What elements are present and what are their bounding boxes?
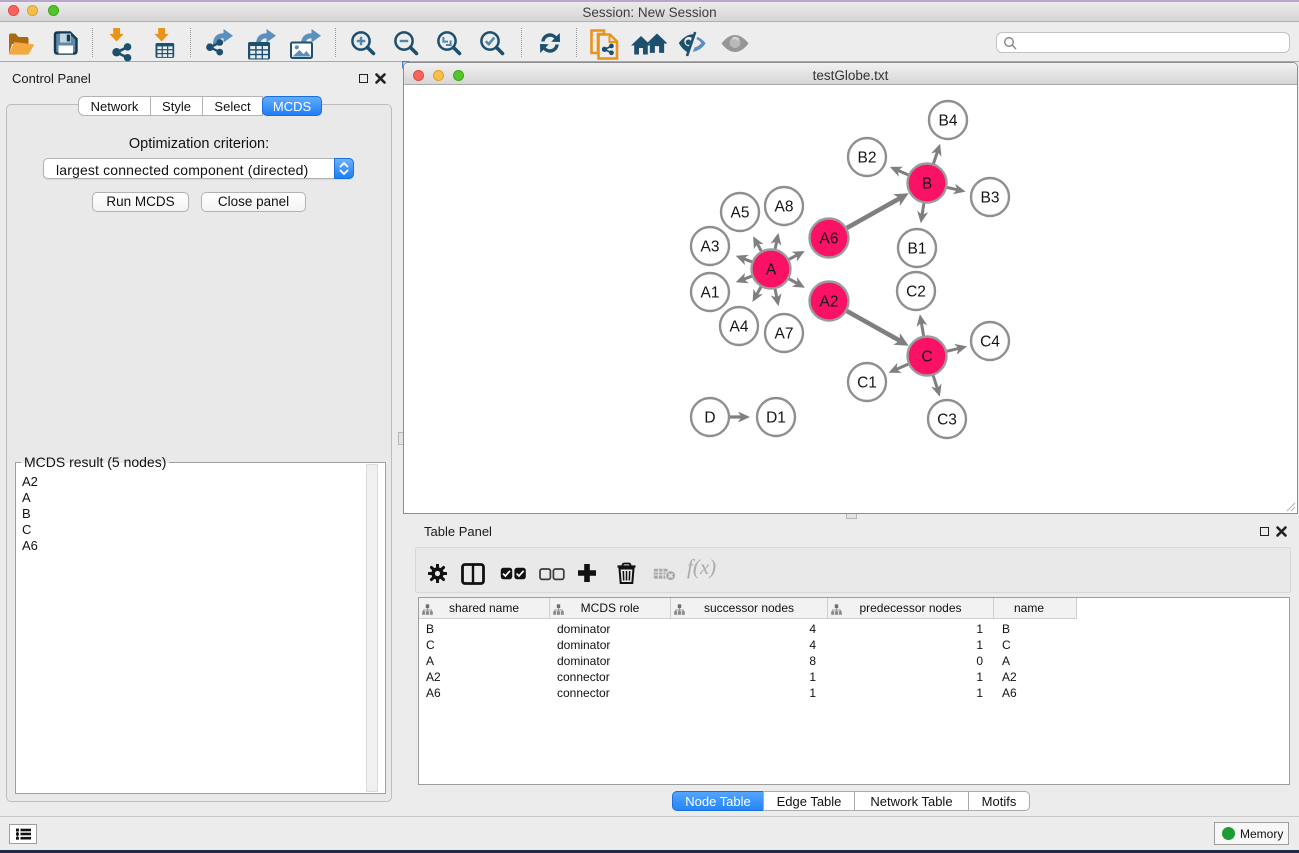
svg-text:A3: A3 <box>701 239 720 256</box>
svg-text:B: B <box>922 176 932 193</box>
svg-text:A2: A2 <box>820 294 839 311</box>
svg-text:A1: A1 <box>701 285 720 302</box>
svg-text:A: A <box>766 262 777 279</box>
svg-text:A5: A5 <box>731 205 750 222</box>
svg-text:C2: C2 <box>906 284 926 301</box>
svg-text:B3: B3 <box>981 190 1000 207</box>
svg-text:B1: B1 <box>908 241 927 258</box>
svg-text:A4: A4 <box>730 319 749 336</box>
svg-text:D1: D1 <box>766 410 786 427</box>
svg-text:D: D <box>704 410 715 427</box>
svg-text:A6: A6 <box>820 231 839 248</box>
svg-text:C3: C3 <box>937 412 957 429</box>
svg-text:B4: B4 <box>939 113 958 130</box>
svg-text:C: C <box>921 349 932 366</box>
svg-text:B2: B2 <box>858 150 877 167</box>
svg-text:C4: C4 <box>980 334 1000 351</box>
svg-text:A7: A7 <box>775 326 794 343</box>
svg-text:C1: C1 <box>857 375 877 392</box>
svg-text:A8: A8 <box>775 199 794 216</box>
